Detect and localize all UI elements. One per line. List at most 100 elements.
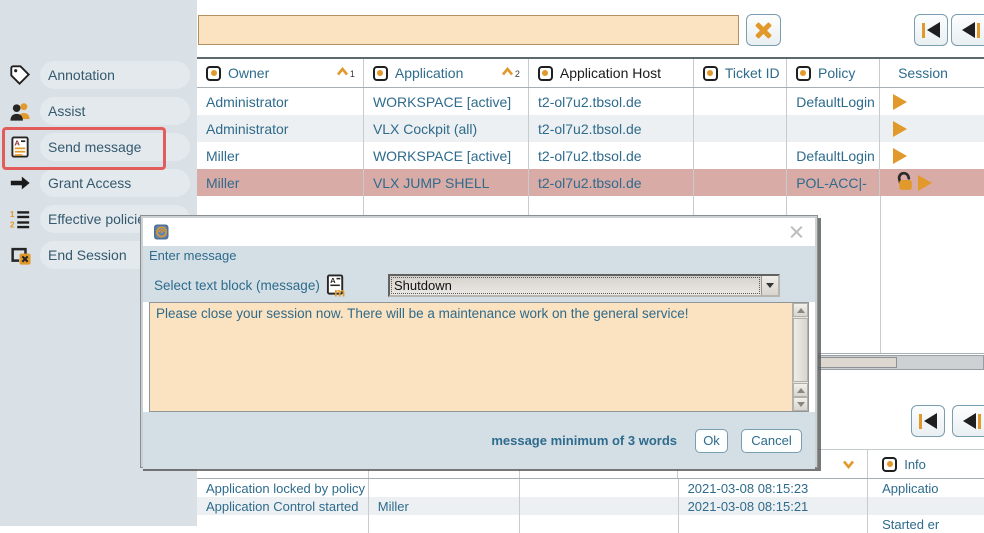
play-session-icon[interactable]	[893, 148, 907, 164]
column-label: Owner	[228, 65, 269, 81]
assist-people-icon	[8, 99, 32, 123]
message-minimum-hint: message minimum of 3 words	[491, 433, 677, 448]
sidebar-pill: Assist	[40, 97, 190, 125]
sidebar-item-label: Annotation	[40, 67, 115, 83]
cell-policy: POL-ACC|-	[787, 169, 880, 196]
cell-user: Miller	[369, 497, 520, 515]
cell-application-host: t2-ol7u2.tbsol.de	[529, 88, 694, 115]
cell-timestamp: 2021-03-08 08:15:21	[679, 497, 869, 515]
send-message-icon: A	[8, 135, 32, 159]
tag-icon	[8, 63, 32, 87]
scrollbar-thumb[interactable]	[793, 318, 808, 382]
sidebar-item-label: Assist	[40, 103, 85, 119]
svg-text:A: A	[330, 276, 336, 285]
first-page-icon	[922, 22, 940, 38]
sort-desc-indicator	[842, 457, 855, 472]
textarea-scrollbar[interactable]	[792, 303, 808, 411]
column-header-owner[interactable]: Owner 1	[197, 59, 364, 87]
cell-event	[197, 515, 369, 533]
cell-info: Started er	[868, 515, 984, 533]
cell-session	[880, 88, 984, 115]
cell-extra	[520, 479, 679, 497]
text-block-select[interactable]: Shutdown	[388, 274, 780, 297]
column-header-application-host[interactable]: Application Host	[529, 59, 694, 87]
sidebar-item-label: Send message	[40, 139, 141, 155]
column-label: Application	[395, 65, 464, 81]
end-session-icon	[8, 243, 32, 267]
filter-icon	[703, 66, 718, 81]
play-session-icon[interactable]	[893, 121, 907, 137]
scroll-up-button[interactable]	[793, 303, 808, 317]
selected-text-block: Shutdown	[390, 276, 761, 295]
sidebar-pill: Send message	[40, 133, 190, 161]
session-row[interactable]: Miller WORKSPACE [active] t2-ol7u2.tbsol…	[197, 142, 984, 169]
cell-extra	[520, 497, 679, 515]
cell-event: Application Control started	[197, 497, 369, 515]
ok-button[interactable]: Ok	[695, 429, 728, 453]
cancel-button[interactable]: Cancel	[741, 429, 802, 453]
scroll-up-button-bottom[interactable]	[793, 383, 808, 397]
message-text: Please close your session now. There wil…	[150, 303, 792, 411]
cell-application: WORKSPACE [active]	[364, 142, 529, 169]
filter-icon	[206, 66, 221, 81]
cell-info: Applicatio	[868, 479, 984, 497]
dialog-close-icon[interactable]	[790, 226, 803, 239]
column-label: Session	[898, 65, 948, 81]
filter-icon	[373, 66, 388, 81]
sessions-table-header: Owner 1 Application 2 Application Host T…	[197, 57, 984, 88]
scroll-down-button[interactable]	[793, 397, 808, 411]
sidebar-item-label: End Session	[40, 247, 127, 263]
lock-icon	[894, 171, 915, 194]
sidebar-item-grant-access[interactable]: Grant Access	[0, 169, 197, 197]
message-textarea[interactable]: Please close your session now. There wil…	[149, 302, 809, 412]
first-page-button-bottom[interactable]	[911, 405, 945, 437]
cell-application-host: t2-ol7u2.tbsol.de	[529, 169, 694, 196]
column-header-policy[interactable]: Policy	[787, 59, 880, 87]
play-session-icon[interactable]	[893, 94, 907, 110]
clear-filter-button[interactable]	[746, 14, 781, 46]
log-row[interactable]: Started er	[197, 515, 984, 533]
cell-application-host: t2-ol7u2.tbsol.de	[529, 115, 694, 142]
dialog-titlebar[interactable]	[143, 218, 815, 246]
cell-timestamp	[679, 515, 869, 533]
cell-policy	[787, 115, 880, 142]
column-header-info[interactable]: Info	[868, 450, 984, 478]
session-row-selected[interactable]: Miller VLX JUMP SHELL t2-ol7u2.tbsol.de …	[197, 169, 984, 196]
sort-asc-indicator: 2	[501, 67, 528, 79]
log-row[interactable]: Application Control started Miller 2021-…	[197, 497, 984, 515]
column-label: Info	[904, 457, 926, 472]
cell-owner: Administrator	[197, 115, 364, 142]
text-block-icon: Am	[326, 274, 347, 297]
svg-text:A: A	[14, 138, 20, 147]
sidebar-item-assist[interactable]: Assist	[0, 97, 197, 125]
prev-page-button-top[interactable]	[951, 14, 984, 46]
session-row[interactable]: Administrator WORKSPACE [active] t2-ol7u…	[197, 88, 984, 115]
filter-icon	[538, 66, 553, 81]
play-session-icon[interactable]	[918, 175, 932, 191]
prev-page-button-bottom[interactable]	[952, 405, 984, 437]
numbered-list-icon: 12	[8, 207, 32, 231]
sidebar-item-label: Effective policies	[40, 211, 152, 227]
svg-text:2: 2	[10, 220, 15, 229]
sidebar-item-annotation[interactable]: Annotation	[0, 61, 197, 89]
svg-text:m: m	[334, 285, 345, 297]
dialog-select-row: Select text block (message) Am Shutdown	[143, 268, 815, 302]
cell-policy: DefaultLogin	[787, 142, 880, 169]
select-dropdown-button[interactable]	[761, 276, 778, 295]
sidebar-item-send-message[interactable]: A Send message	[0, 133, 197, 161]
log-row[interactable]: Application locked by policy 2021-03-08 …	[197, 479, 984, 497]
cell-owner: Miller	[197, 142, 364, 169]
cell-application: WORKSPACE [active]	[364, 88, 529, 115]
cell-extra	[520, 515, 679, 533]
cell-timestamp: 2021-03-08 08:15:23	[679, 479, 869, 497]
session-row[interactable]: Administrator VLX Cockpit (all) t2-ol7u2…	[197, 115, 984, 142]
cell-event: Application locked by policy	[197, 479, 369, 497]
svg-text:1: 1	[10, 210, 15, 219]
arrow-right-icon	[8, 171, 32, 195]
first-page-button-top[interactable]	[914, 14, 948, 46]
column-header-ticket-id[interactable]: Ticket ID	[694, 59, 787, 87]
column-header-session[interactable]: Session	[880, 59, 984, 87]
filter-input[interactable]	[198, 15, 739, 45]
column-header-application[interactable]: Application 2	[364, 59, 529, 87]
chevron-down-icon	[766, 283, 774, 288]
